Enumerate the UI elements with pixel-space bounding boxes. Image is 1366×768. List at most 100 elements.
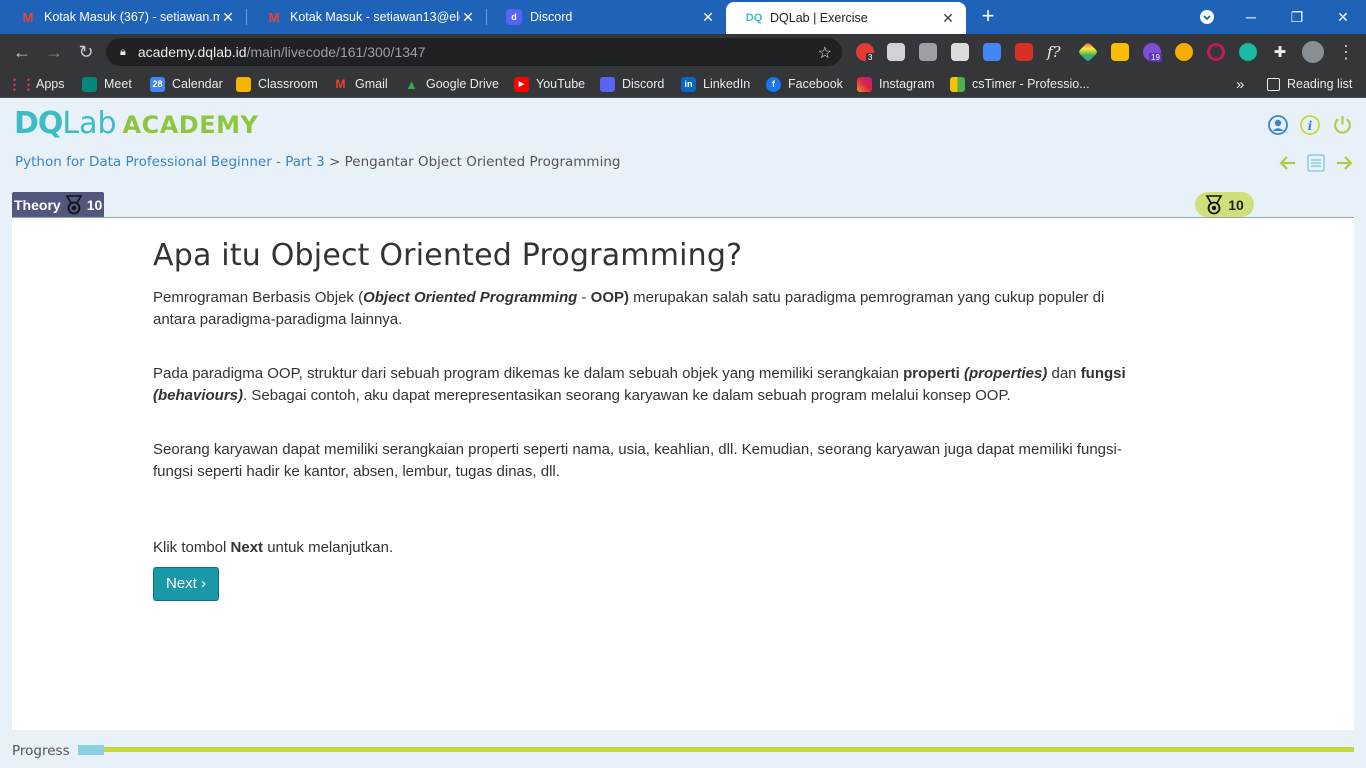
bookmark-youtube[interactable]: ▶ YouTube	[514, 75, 585, 93]
minimize-icon[interactable]: ─	[1228, 0, 1274, 34]
close-icon[interactable]: ✕	[700, 9, 716, 26]
back-icon[interactable]: ←	[10, 40, 34, 64]
bookmark-label: csTimer - Professio...	[972, 77, 1090, 91]
forward-icon[interactable]: →	[42, 40, 66, 64]
formula-icon[interactable]: f?	[1047, 43, 1065, 61]
info-icon[interactable]: i	[1300, 115, 1320, 135]
bookmark-google-drive[interactable]: ▲ Google Drive	[404, 75, 499, 93]
theory-tab[interactable]: Theory 10	[12, 192, 105, 217]
close-icon[interactable]: ✕	[460, 9, 476, 26]
outline-list-icon[interactable]	[1305, 153, 1327, 175]
extension-icon[interactable]	[887, 43, 905, 61]
bookmark-label: Facebook	[788, 77, 843, 91]
dqlab-logo[interactable]: DQ Lab ACADEMY	[14, 106, 258, 141]
reading-list-button[interactable]: Reading list	[1267, 75, 1352, 93]
linkedin-icon: in	[681, 76, 696, 92]
progress-bar	[78, 745, 1354, 755]
lock-icon: 🔒︎	[120, 45, 126, 58]
close-icon[interactable]: ✕	[220, 9, 236, 26]
drive-icon: ▲	[405, 76, 418, 92]
bookmarks-overflow-button[interactable]: »	[1236, 75, 1244, 93]
apps-grid-icon: ⋮⋮	[7, 75, 36, 92]
total-points-badge: 10	[1195, 192, 1254, 217]
reading-list-label: Reading list	[1287, 77, 1353, 91]
gmail-icon: M	[22, 9, 34, 25]
address-bar[interactable]: 🔒︎ academy.dqlab.id/main/livecode/161/30…	[106, 38, 842, 66]
bookmarks-bar: ⋮⋮ Apps Meet 28 Calendar Classroom M Gma…	[0, 70, 1366, 98]
bookmark-discord[interactable]: Discord	[600, 75, 664, 93]
maximize-icon[interactable]: ❐	[1274, 0, 1320, 34]
bookmark-classroom[interactable]: Classroom	[236, 75, 318, 93]
lesson-paragraph: Pemrograman Berbasis Objek (Object Orien…	[153, 289, 1105, 328]
extension-icon[interactable]	[1239, 43, 1257, 61]
next-instruction: Klik tombol Next untuk melanjutkan.	[153, 539, 394, 556]
discord-icon	[600, 76, 615, 92]
bookmark-label: LinkedIn	[703, 77, 751, 91]
bookmark-gmail[interactable]: M Gmail	[333, 75, 388, 93]
breadcrumb-course-link[interactable]: Python for Data Professional Beginner - …	[15, 154, 325, 170]
tab-title: Kotak Masuk - setiawan13@elekt	[290, 10, 460, 24]
lesson-paragraph: Seorang karyawan dapat memiliki serangka…	[153, 441, 1122, 480]
close-icon[interactable]: ✕	[940, 10, 956, 27]
new-tab-button[interactable]: +	[976, 5, 1000, 29]
browser-tab[interactable]: d Discord ✕	[486, 0, 726, 34]
bookmark-meet[interactable]: Meet	[82, 75, 132, 93]
puzzle-icon[interactable]: ✚	[1271, 43, 1289, 61]
browser-tab-strip: M Kotak Masuk (367) - setiawan.mo ✕ M Ko…	[0, 0, 1366, 34]
svg-text:i: i	[1308, 119, 1313, 133]
bookmark-apps[interactable]: ⋮⋮ Apps	[7, 75, 65, 93]
extension-icon[interactable]	[1207, 43, 1225, 61]
color-picker-icon[interactable]	[1077, 41, 1099, 63]
instagram-icon	[857, 76, 872, 92]
extension-icon[interactable]	[1175, 43, 1193, 61]
lesson-paragraph: Pada paradigma OOP, struktur dari sebuah…	[153, 365, 1126, 404]
reload-icon[interactable]: ↻	[74, 40, 98, 64]
cstimer-icon	[950, 76, 965, 92]
bookmark-instagram[interactable]: Instagram	[857, 75, 935, 93]
bookmark-cstimer[interactable]: csTimer - Professio...	[950, 75, 1090, 93]
progress-label: Progress	[12, 743, 70, 759]
bookmark-label: Meet	[104, 77, 132, 91]
facebook-icon: f	[766, 76, 781, 92]
previous-arrow-icon[interactable]	[1277, 153, 1299, 175]
power-icon[interactable]	[1332, 114, 1352, 134]
gmail-icon: M	[268, 9, 280, 25]
bookmark-label: Gmail	[355, 77, 388, 91]
browser-tab[interactable]: M Kotak Masuk - setiawan13@elekt ✕	[246, 0, 486, 34]
translate-icon[interactable]	[983, 43, 1001, 61]
bookmark-calendar[interactable]: 28 Calendar	[150, 75, 223, 93]
bookmark-label: Google Drive	[426, 77, 499, 91]
user-profile-icon[interactable]	[1268, 115, 1288, 135]
extension-icon[interactable]	[1111, 43, 1129, 61]
extension-icon[interactable]	[919, 43, 937, 61]
bookmark-label: Classroom	[258, 77, 318, 91]
theory-points: 10	[86, 196, 103, 213]
close-window-icon[interactable]: ✕	[1320, 0, 1366, 34]
extension-icon[interactable]	[1015, 43, 1033, 61]
bookmark-linkedin[interactable]: in LinkedIn	[681, 75, 750, 93]
extension-badge: 19	[1149, 53, 1162, 62]
calendar-icon: 28	[150, 76, 165, 92]
browser-toolbar: ← → ↻ 🔒︎ academy.dqlab.id/main/livecode/…	[0, 34, 1366, 70]
classroom-icon	[236, 76, 251, 92]
breadcrumb: Python for Data Professional Beginner - …	[15, 154, 620, 170]
bookmark-facebook[interactable]: f Facebook	[766, 75, 843, 93]
theory-label: Theory	[14, 196, 61, 213]
bookmark-label: Apps	[36, 77, 65, 91]
extension-icon[interactable]	[951, 43, 969, 61]
next-button[interactable]: Next ›	[153, 567, 219, 601]
profile-avatar[interactable]	[1302, 41, 1324, 63]
bookmark-label: YouTube	[536, 77, 586, 91]
bookmark-star-icon[interactable]: ☆	[818, 43, 832, 63]
progress-rail	[78, 747, 1354, 752]
menu-icon[interactable]: ⋮	[1334, 40, 1358, 64]
medal-icon	[1205, 194, 1225, 215]
bookmark-label: Instagram	[879, 77, 935, 91]
tab-search-icon[interactable]	[1184, 0, 1230, 34]
url-host: academy.dqlab.id	[137, 44, 247, 60]
discord-icon: d	[506, 9, 522, 25]
next-arrow-icon[interactable]	[1333, 153, 1355, 175]
browser-tab-active[interactable]: DQ DQLab | Exercise ✕	[726, 2, 966, 34]
url-path: /main/livecode/161/300/1347	[246, 44, 426, 60]
browser-tab[interactable]: M Kotak Masuk (367) - setiawan.mo ✕	[0, 0, 246, 34]
